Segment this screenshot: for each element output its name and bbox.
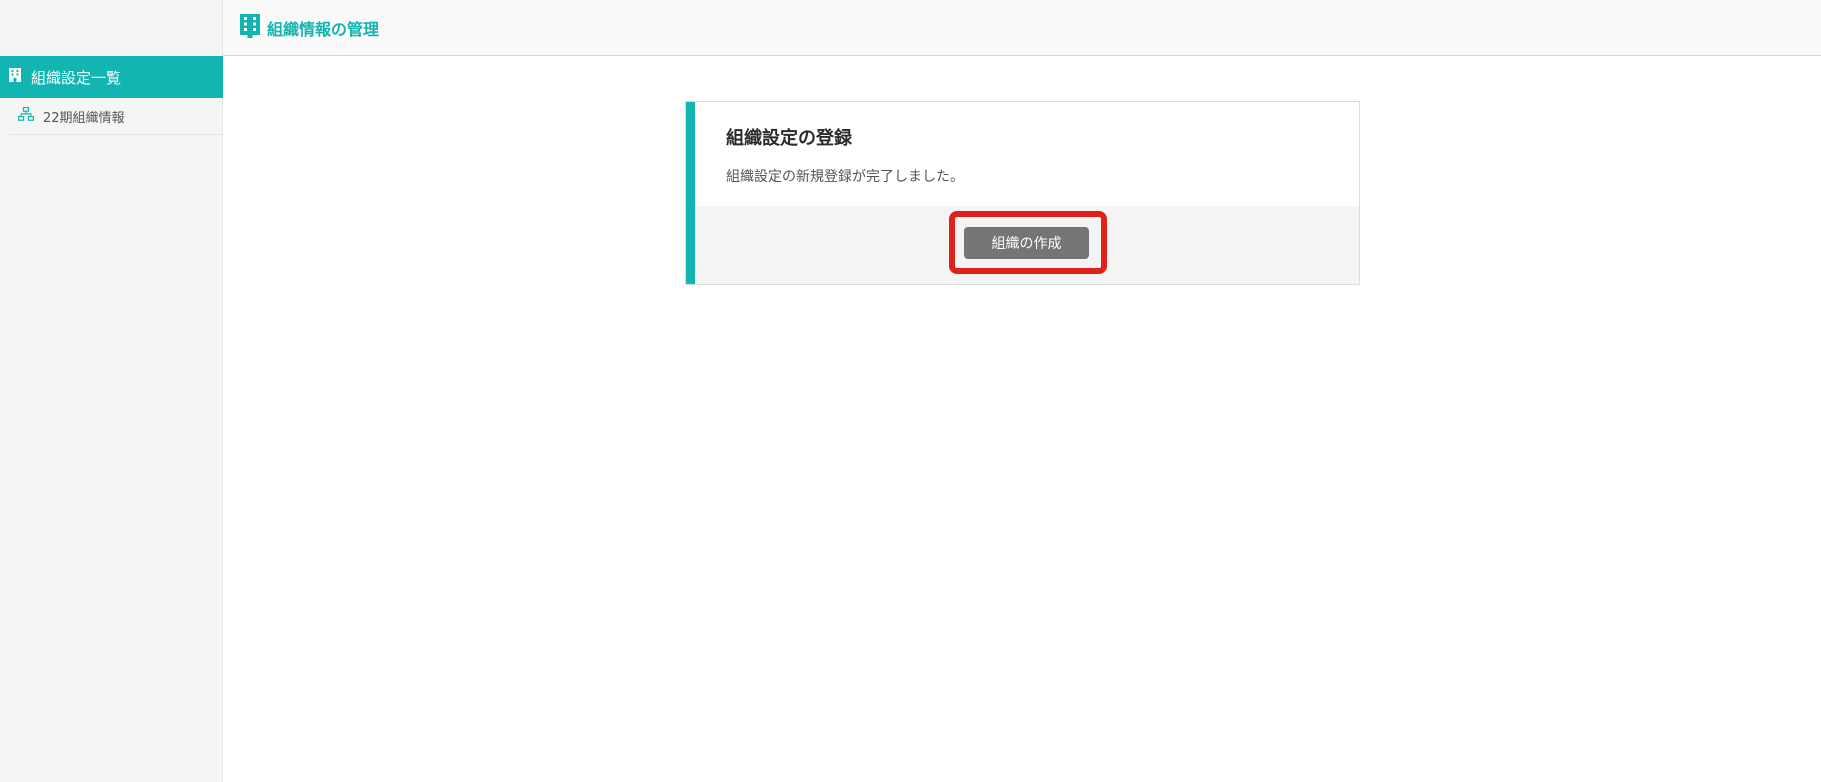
card-body: 組織設定の登録 組織設定の新規登録が完了しました。 — [695, 102, 1359, 206]
sidebar-item-22nd-org-info[interactable]: 22期組織情報 — [9, 98, 223, 135]
card-message: 組織設定の新規登録が完了しました。 — [726, 169, 964, 185]
building-icon — [240, 13, 260, 42]
sidebar: 組織設定一覧 22期組織情報 — [0, 0, 223, 782]
sidebar-item-label: 組織設定一覧 — [31, 68, 122, 87]
sidebar-item-label: 22期組織情報 — [43, 110, 125, 126]
building-icon — [9, 68, 21, 86]
org-chart-icon — [18, 107, 34, 125]
app-root: 組織設定一覧 22期組織情報 組織情報の管理 組織設定の登録 組織設定の新規登録… — [0, 0, 1821, 782]
page-title: 組織情報の管理 — [267, 19, 380, 39]
card-accent-bar — [686, 102, 695, 284]
sidebar-item-org-settings-list[interactable]: 組織設定一覧 — [0, 56, 223, 98]
create-organization-button[interactable]: 組織の作成 — [964, 227, 1089, 259]
page-header: 組織情報の管理 — [223, 0, 1821, 56]
card-title: 組織設定の登録 — [726, 128, 852, 149]
